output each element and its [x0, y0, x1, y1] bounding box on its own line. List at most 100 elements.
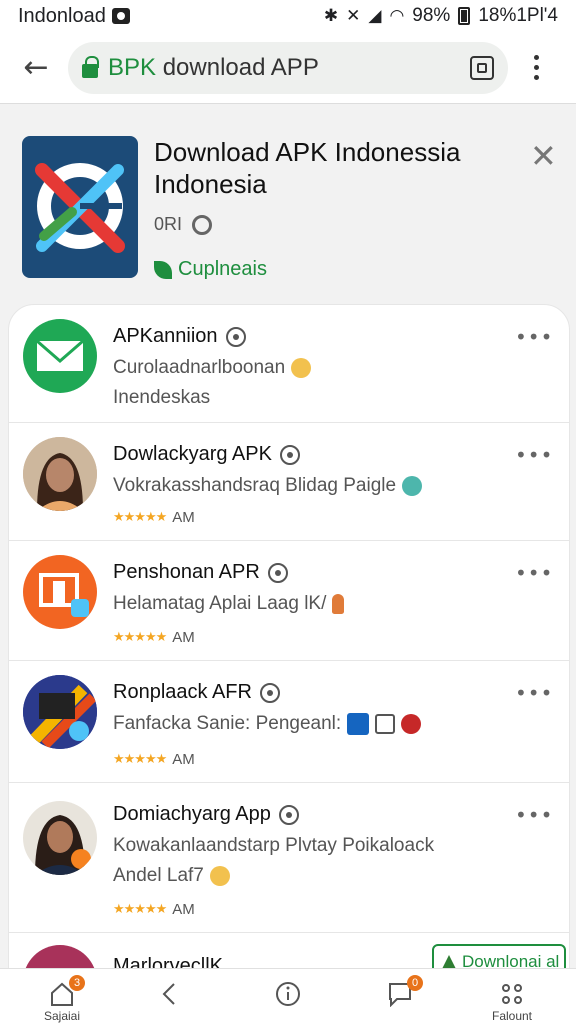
rating-text: AM [172, 751, 195, 768]
stripe-app-icon [23, 675, 97, 749]
list-item-desc-text: Fanfacka Sanie: Pengeanl: [113, 713, 342, 735]
list-item-desc: Kowakanlaandstarp Plvtay Poikaloack [113, 835, 435, 856]
nav-info[interactable] [248, 969, 328, 1024]
list-item-rating: ★★★★★ AM [113, 751, 195, 768]
orange-app-icon [23, 555, 97, 629]
person-avatar [23, 801, 97, 875]
verified-icon [278, 804, 299, 825]
verified-icon [225, 326, 246, 347]
list-item[interactable]: Dowlackyarg APK Vokrakasshandsraq Blidag… [9, 423, 569, 541]
battery-level: 98% [412, 5, 451, 26]
home-icon: 3 [49, 975, 85, 1007]
more-icon[interactable]: ••• [515, 443, 553, 467]
publisher-name: Cuplneais [178, 258, 267, 280]
url-brand: BPK [108, 53, 157, 81]
verified-icon [279, 444, 300, 465]
more-icon[interactable]: ••• [515, 803, 553, 827]
close-icon[interactable]: ✕ [530, 140, 557, 172]
info-icon [192, 214, 213, 235]
app-publisher[interactable]: Cuplneais [154, 258, 267, 281]
nav-back[interactable] [130, 969, 210, 1024]
notification-badge: 3 [69, 975, 85, 991]
list-item-rating: ★★★★★ AM [113, 629, 195, 646]
app-title: Download APK Indonessia Indonesia [154, 137, 461, 199]
list-item-title-text: Domiachyarg App [113, 803, 271, 825]
list-item-title: APKanniion [113, 325, 246, 348]
carrier-label: Indonload [18, 4, 106, 27]
stars-icon: ★★★★★ [113, 510, 167, 525]
info-icon [275, 981, 301, 1007]
list-item-desc: Helamatag Aplai Laag lK/ [113, 593, 345, 615]
rating-text: AM [172, 901, 195, 918]
list-item-title: Ronplaack AFR [113, 681, 280, 704]
back-arrow-icon[interactable]: ← [16, 48, 56, 88]
nav-home[interactable]: 3 Sajaiai [22, 969, 102, 1024]
app-meta-text: 0RI [154, 214, 183, 234]
list-item[interactable]: APKanniion Curolaadnarlboonan Inendeskas… [9, 305, 569, 423]
emoji-icon [402, 475, 423, 496]
emoji-icon [291, 357, 312, 378]
list-item-desc-text: Curolaadnarlboonan [113, 357, 286, 378]
list-item-desc: Vokrakasshandsraq Blidag Paigle [113, 475, 423, 497]
list-item-title: Dowlackyarg APK [113, 443, 300, 466]
list-item-desc2-text: Andel Laf7 [113, 865, 204, 886]
bottom-navigation: 3 Sajaiai 0 Falount [0, 968, 576, 1024]
verified-icon [259, 682, 280, 703]
list-item-title: Penshonan APR [113, 561, 288, 584]
browser-toolbar: ← BPK download APP [0, 32, 576, 104]
list-item-title-text: Penshonan APR [113, 561, 260, 583]
list-item[interactable]: Domiachyarg App Kowakanlaandstarp Plvtay… [9, 783, 569, 933]
emoji-icon [332, 593, 345, 614]
nav-apps[interactable]: Falount [472, 969, 552, 1024]
url-text: BPK download APP [108, 54, 319, 82]
status-bar: Indonload ✱ ✕ ◢ ◠ 98% 18%1Pl'4 [0, 0, 576, 32]
status-right-text: 18%1Pl'4 [478, 5, 558, 26]
overflow-menu-icon[interactable] [526, 55, 546, 80]
list-item-title: Domiachyarg App [113, 803, 299, 826]
list-item[interactable]: Ronplaack AFR Fanfacka Sanie: Pengeanl: … [9, 661, 569, 783]
avatar [401, 714, 422, 734]
emoji-icon [209, 865, 230, 886]
list-item-desc2: Andel Laf7 [113, 865, 230, 887]
stars-icon: ★★★★★ [113, 752, 167, 767]
rating-text: AM [172, 629, 195, 646]
app-list: APKanniion Curolaadnarlboonan Inendeskas… [8, 304, 570, 1004]
stars-icon: ★★★★★ [113, 630, 167, 645]
stars-icon: ★★★★★ [113, 902, 167, 917]
nav-chat[interactable]: 0 [360, 969, 440, 1024]
app-header: Download APK Indonessia Indonesia 0RI Cu… [0, 112, 576, 312]
wifi-icon: ◠ [389, 6, 405, 26]
more-icon[interactable]: ••• [515, 561, 553, 585]
nav-label: Falount [491, 1009, 533, 1023]
url-rest: download APP [162, 53, 319, 81]
rating-text: AM [172, 509, 195, 526]
more-icon[interactable]: ••• [515, 681, 553, 705]
download-icon [442, 955, 456, 969]
verified-icon [267, 562, 288, 583]
mute-icon [375, 714, 396, 734]
leaf-icon [154, 260, 172, 279]
list-item-desc: Curolaadnarlboonan [113, 357, 312, 379]
list-item-desc-text: Vokrakasshandsraq Blidag Paigle [113, 475, 397, 496]
list-item[interactable]: Penshonan APR Helamatag Aplai Laag lK/ ★… [9, 541, 569, 661]
list-item-desc: Fanfacka Sanie: Pengeanl: [113, 713, 422, 735]
nav-label: Sajaiai [43, 1009, 81, 1023]
tabs-icon[interactable] [470, 55, 494, 80]
list-item-title-text: Dowlackyarg APK [113, 443, 272, 465]
back-chevron-icon [157, 981, 183, 1007]
more-icon[interactable]: ••• [515, 325, 553, 349]
notification-badge: 0 [407, 975, 423, 991]
list-item-rating: ★★★★★ AM [113, 509, 195, 526]
blue-square-icon [347, 713, 370, 735]
camera-icon [111, 8, 130, 24]
address-bar[interactable]: BPK download APP [68, 41, 508, 94]
person-avatar [23, 437, 97, 511]
list-item-title-text: APKanniion [113, 325, 218, 347]
app-logo-icon [22, 136, 138, 278]
list-item-rating: ★★★★★ AM [113, 901, 195, 918]
list-item-desc2: Inendeskas [113, 387, 211, 408]
app-meta: 0RI [154, 214, 213, 235]
status-right: ✱ ✕ ◢ ◠ 98% 18%1Pl'4 [324, 5, 558, 27]
list-item-title-text: Ronplaack AFR [113, 681, 252, 703]
mute-icon: ✕ [346, 6, 361, 26]
